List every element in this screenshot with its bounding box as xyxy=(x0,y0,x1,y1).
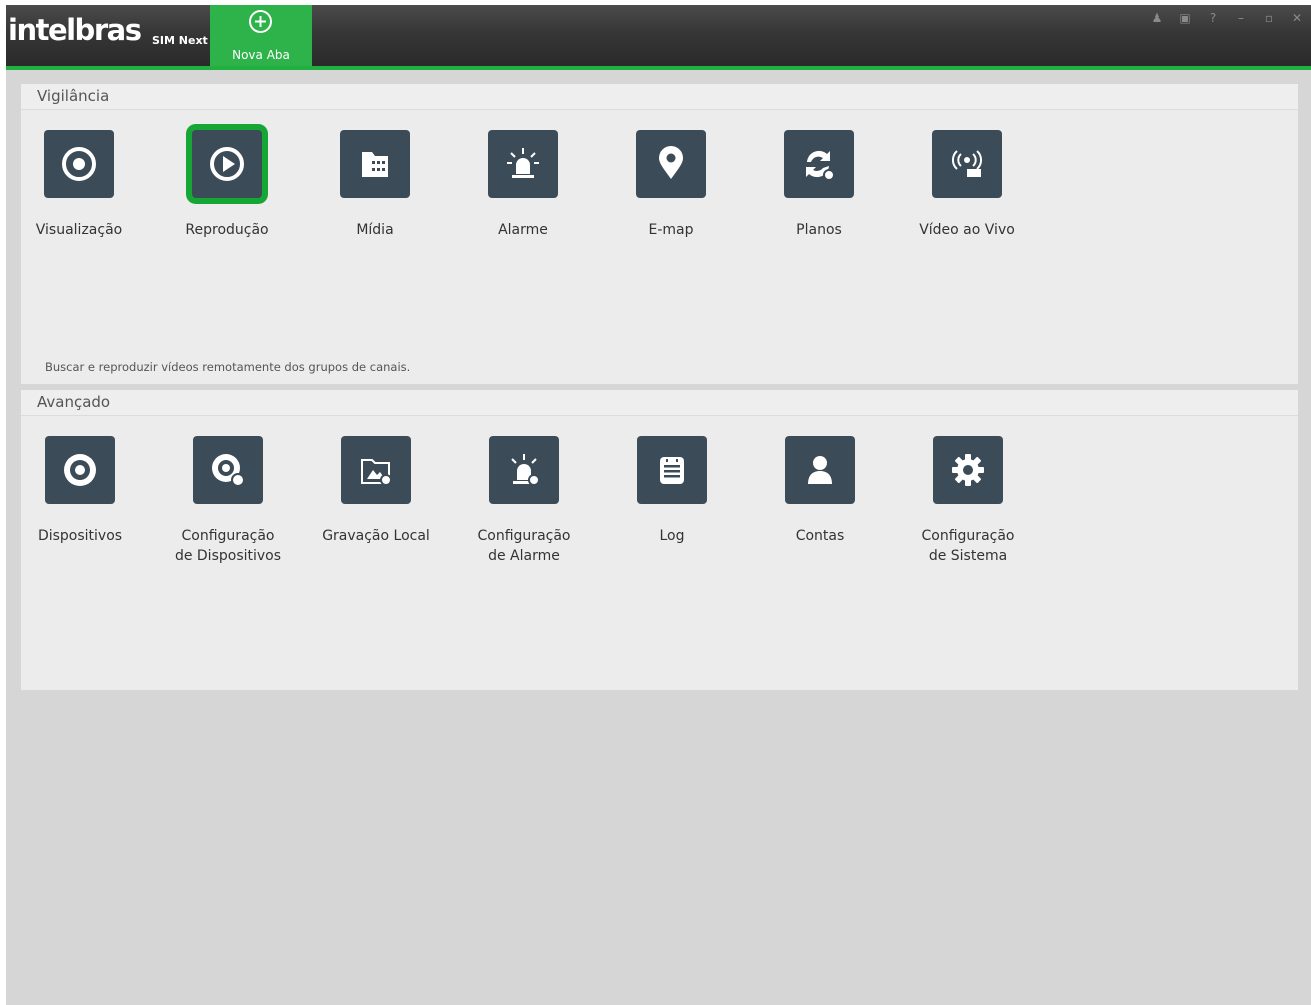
user-icon[interactable]: ♟ xyxy=(1151,11,1163,25)
close-icon[interactable]: ✕ xyxy=(1291,11,1303,25)
live-video-icon xyxy=(951,150,983,177)
vigilancia-header: Vigilância xyxy=(21,84,1298,110)
section-description: Buscar e reproduzir vídeos remotamente d… xyxy=(45,360,411,374)
brand-logo: intelbras xyxy=(8,13,142,47)
plans-icon xyxy=(806,150,835,181)
tile-label: Configuração de Alarme xyxy=(477,528,571,564)
device-config-icon xyxy=(212,454,245,487)
product-name: SIM Next xyxy=(152,34,208,47)
media-icon xyxy=(362,152,388,177)
tile-label: E-map xyxy=(648,222,694,238)
minimize-icon[interactable]: – xyxy=(1235,11,1247,25)
tile-label: Mídia xyxy=(356,222,394,238)
help-icon[interactable]: ? xyxy=(1207,11,1219,25)
tile-label: Contas xyxy=(795,528,845,544)
window-controls: ♟ ▣ ? – ▫ ✕ xyxy=(1151,11,1303,25)
tile-label: Log xyxy=(659,528,685,544)
tile-label: Configuração de Dispositivos xyxy=(174,528,282,564)
maximize-icon[interactable]: ▫ xyxy=(1263,11,1275,25)
avancado-title: Avançado xyxy=(37,393,111,411)
map-pin-icon xyxy=(659,146,683,179)
eye-icon xyxy=(62,147,96,181)
camera-icon xyxy=(64,454,96,486)
tile-label: Configuração de Sistema xyxy=(921,528,1015,564)
alarm-icon xyxy=(507,148,539,178)
tile-label: Planos xyxy=(796,222,842,238)
system-config-icon xyxy=(952,454,984,486)
tile-label: Vídeo ao Vivo xyxy=(919,222,1015,238)
avancado-panel: Avançado Dispositivos Configuração de Di… xyxy=(21,390,1298,690)
tile-label: Visualização xyxy=(35,222,123,238)
title-bar: intelbras SIM Next Nova Aba ♟ ▣ ? – ▫ ✕ xyxy=(6,5,1311,66)
local-record-icon xyxy=(361,459,392,486)
app-window: intelbras SIM Next Nova Aba ♟ ▣ ? – ▫ ✕ … xyxy=(6,5,1311,1005)
tile-label: Alarme xyxy=(498,222,548,238)
lock-icon[interactable]: ▣ xyxy=(1179,11,1191,25)
play-icon xyxy=(210,147,244,181)
account-icon xyxy=(808,456,832,484)
new-tab-label: Nova Aba xyxy=(232,48,290,62)
vigilancia-title: Vigilância xyxy=(37,87,110,105)
new-tab-button[interactable]: Nova Aba xyxy=(210,5,312,66)
tile-label: Dispositivos xyxy=(37,528,123,544)
log-icon xyxy=(660,457,684,484)
alarm-config-icon xyxy=(511,454,540,486)
tile-label: Gravação Local xyxy=(322,528,430,544)
add-circle-icon xyxy=(249,10,272,33)
avancado-header: Avançado xyxy=(21,390,1298,416)
tile-label: Reprodução xyxy=(185,222,269,238)
accent-line xyxy=(6,66,1311,70)
vigilancia-panel: Vigilância Visualização Reprodução Mídia… xyxy=(21,84,1298,384)
